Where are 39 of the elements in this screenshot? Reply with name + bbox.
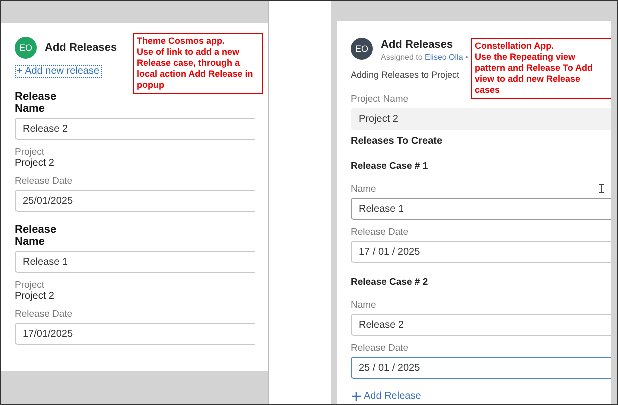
page-title: Add Releases <box>381 39 454 51</box>
avatar: EO <box>15 37 37 59</box>
date-field[interactable]: 25/01/2025 <box>15 190 255 212</box>
case-heading: Release Case # 2 <box>351 277 430 288</box>
date-field[interactable]: 17/01/2025 <box>15 323 255 345</box>
field-label: Name <box>15 236 45 248</box>
name-field[interactable]: Release 1 <box>15 251 255 273</box>
field-label: Release Date <box>15 176 73 187</box>
field-label: Release Date <box>351 343 409 354</box>
field-value: Project 2 <box>15 158 56 169</box>
field-label: Project Name <box>351 94 409 105</box>
field-value: Project 2 <box>15 291 56 302</box>
project-name-field: Project 2 <box>351 108 611 130</box>
text-cursor-icon <box>599 184 604 193</box>
page-title: Add Releases <box>45 42 118 54</box>
subtitle: Adding Releases to Project <box>351 70 460 80</box>
field-label: Release Date <box>351 227 409 238</box>
annotation-note: Theme Cosmos app. Use of link to add a new Release case, through a local action Add Release in popup <box>133 33 263 94</box>
section-heading: Releases To Create <box>351 136 444 147</box>
name-field[interactable]: Release 2 <box>351 314 611 336</box>
case-heading: Release Case # 1 <box>351 161 430 172</box>
field-label: Name <box>351 300 376 311</box>
assignment-text: Assigned to Eliseo Olla • <box>381 53 468 62</box>
plus-icon <box>351 391 362 402</box>
field-label: Release Date <box>15 309 73 320</box>
field-label: Name <box>351 184 376 195</box>
name-field[interactable]: Release 1 <box>351 198 611 220</box>
section-heading: Release <box>15 224 57 236</box>
section-heading: Release <box>15 91 57 103</box>
annotation-note: Constellation App. Use the Repeating view pattern and Release To Add view to add new Release cases <box>471 38 611 99</box>
field-label: Project <box>15 280 45 291</box>
add-release-button[interactable]: Add Release <box>351 391 422 402</box>
name-field[interactable]: Release 2 <box>15 118 255 140</box>
date-field[interactable]: 25 / 01 / 2025 <box>351 357 611 379</box>
avatar: EO <box>351 38 373 60</box>
date-field[interactable]: 17 / 01 / 2025 <box>351 241 611 263</box>
add-release-link[interactable]: + Add new release <box>15 65 102 78</box>
field-label: Project <box>15 147 45 158</box>
field-label: Name <box>15 103 45 115</box>
